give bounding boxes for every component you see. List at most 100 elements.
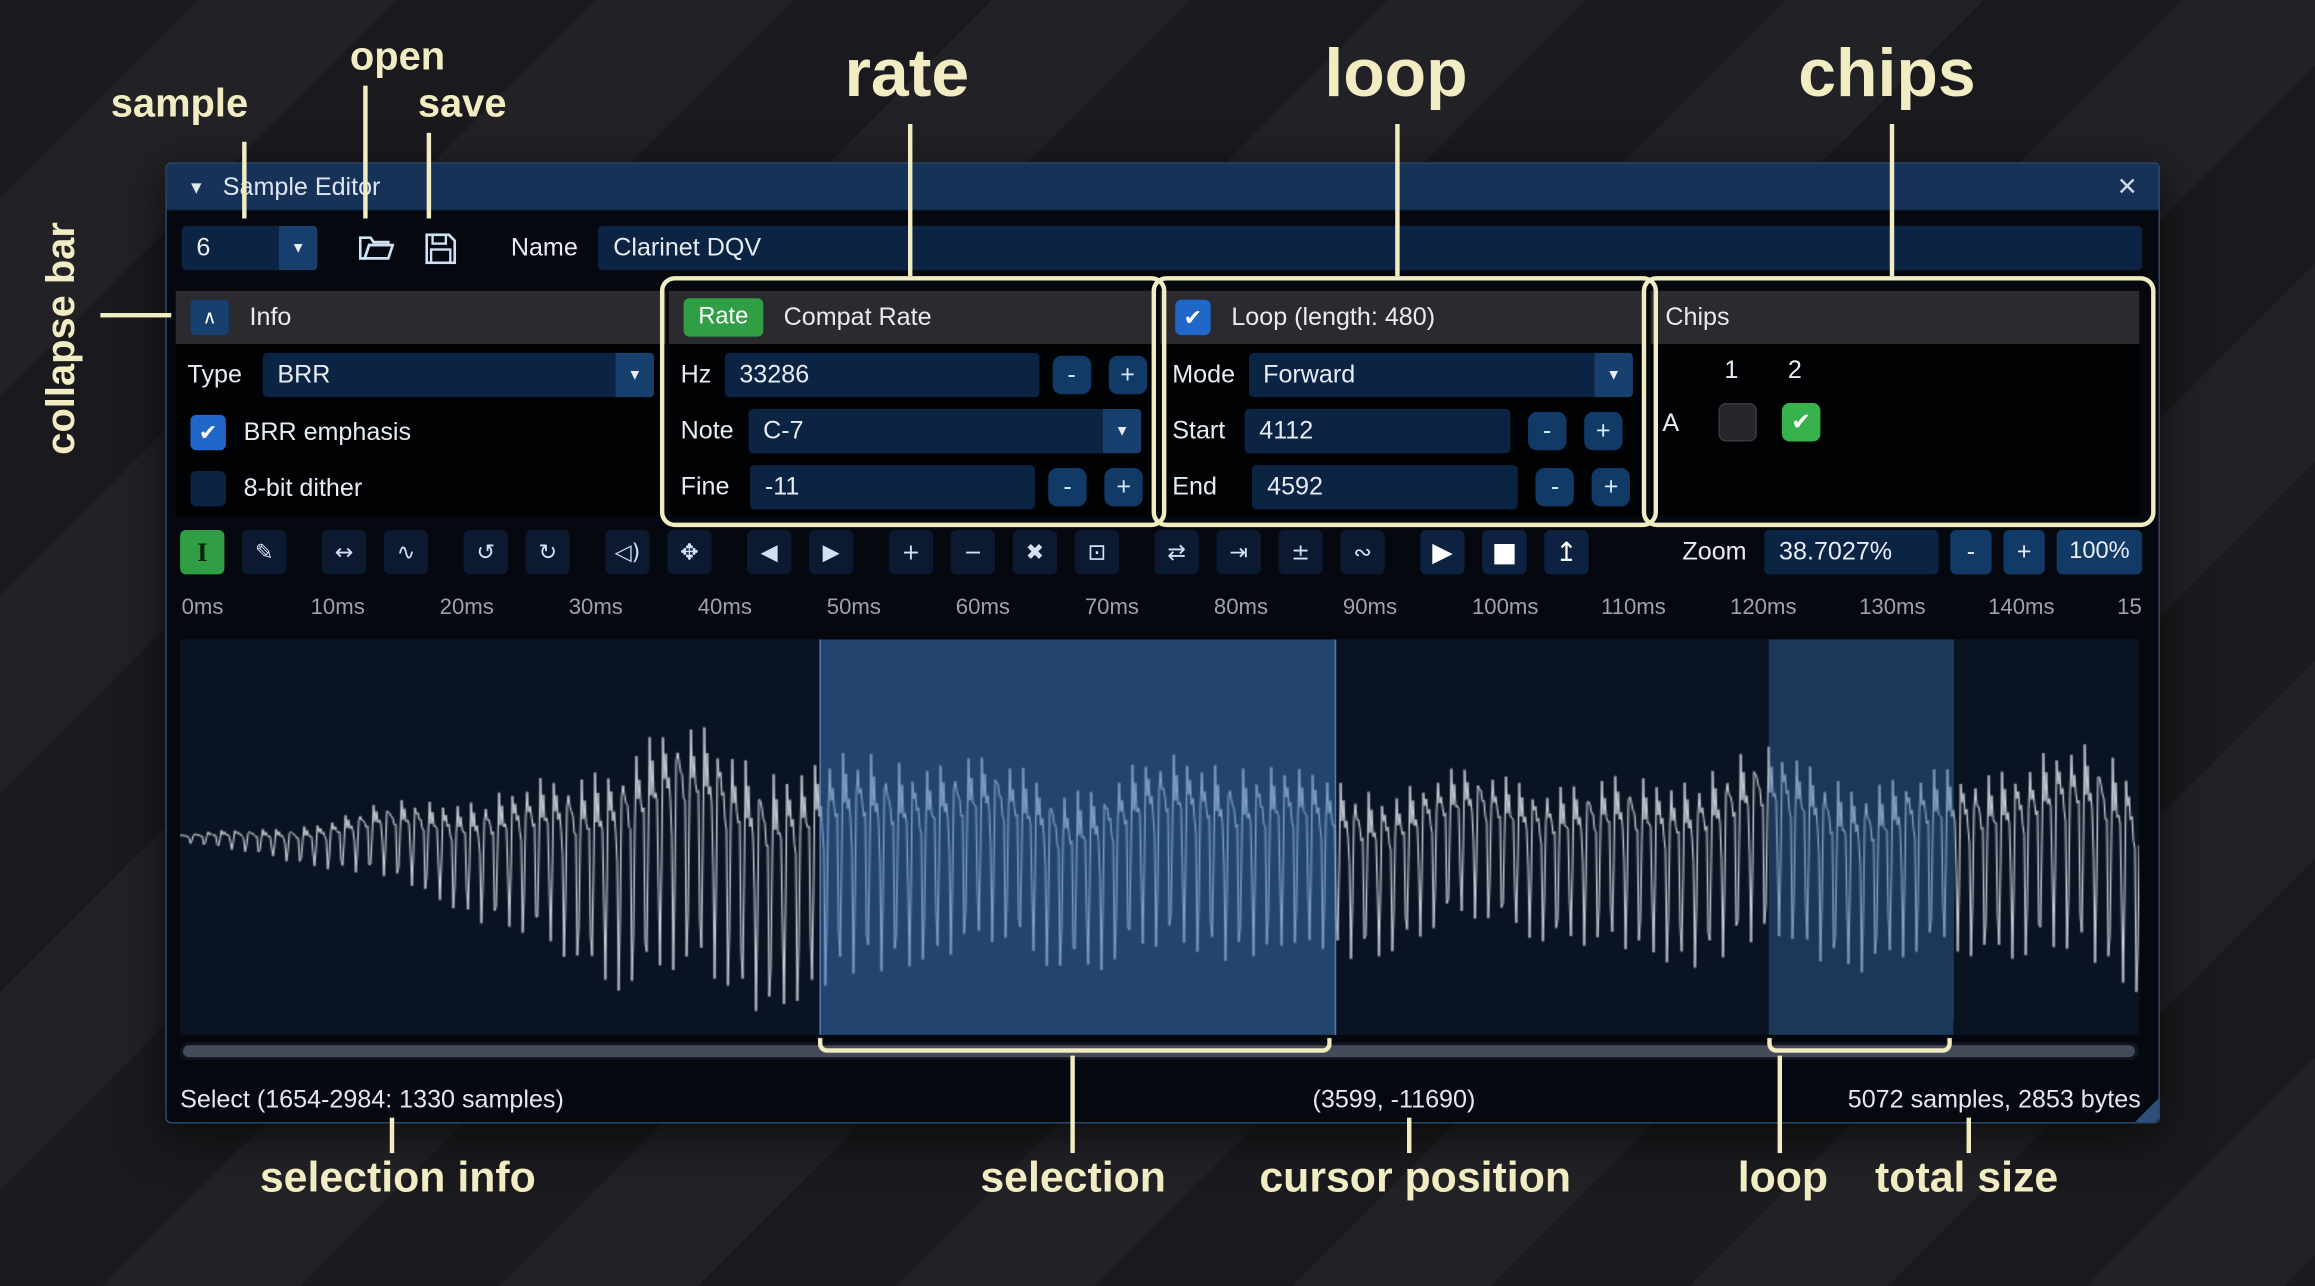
zoom-input[interactable]: 38.7027%: [1764, 530, 1938, 574]
annotation-selection: selection: [980, 1155, 1166, 1204]
loop-end-decrease-button[interactable]: -: [1536, 468, 1574, 506]
normalize-button[interactable]: ✥: [667, 530, 711, 574]
draw-tool-button[interactable]: ✎: [242, 530, 286, 574]
status-bar: Select (1654-2984: 1330 samples) (3599, …: [180, 1082, 2144, 1117]
resample-button[interactable]: ∿: [384, 530, 428, 574]
annotation-cursor-position: cursor position: [1259, 1155, 1571, 1204]
hz-decrease-button[interactable]: -: [1052, 356, 1090, 394]
open-button[interactable]: [354, 226, 398, 270]
delete-button[interactable]: ✖: [1013, 530, 1057, 574]
status-cursor-position: (3599, -11690): [1313, 1085, 1476, 1115]
select-tool-button[interactable]: I: [180, 530, 224, 574]
fine-increase-button[interactable]: +: [1104, 468, 1142, 506]
annotation-selection-info: selection info: [260, 1155, 536, 1204]
type-select[interactable]: BRR ▼: [263, 353, 654, 397]
zoom-out-button[interactable]: -: [1950, 530, 1991, 574]
fade-in-button[interactable]: ◀: [747, 530, 791, 574]
loop-mode-select[interactable]: Forward ▼: [1248, 353, 1633, 397]
loop-end-increase-button[interactable]: +: [1592, 468, 1630, 506]
trim-button[interactable]: ⊡: [1075, 530, 1119, 574]
save-button[interactable]: [418, 226, 462, 270]
chevron-down-icon: ▼: [1595, 353, 1633, 397]
sign-button[interactable]: ±: [1279, 530, 1323, 574]
zoom-reset-button[interactable]: 100%: [2057, 530, 2143, 574]
ruler-label: 130ms: [1859, 595, 1925, 620]
folder-open-icon: [359, 233, 394, 263]
zoom-in-button[interactable]: +: [2003, 530, 2044, 574]
rate-button[interactable]: Rate: [684, 298, 763, 336]
brr-emphasis-label: BRR emphasis: [244, 418, 411, 448]
loop-end-label: End: [1172, 472, 1217, 502]
note-value: C-7: [748, 409, 1102, 453]
hz-increase-button[interactable]: +: [1108, 356, 1146, 394]
hz-input[interactable]: 33286: [725, 353, 1039, 397]
undo-button[interactable]: ↺: [464, 530, 508, 574]
pointer-line-cursor-position: [1407, 1118, 1411, 1153]
timeline-ruler: 0ms10ms20ms30ms40ms50ms60ms70ms80ms90ms1…: [180, 589, 2142, 630]
pointer-line-loop: [1395, 124, 1399, 276]
selection-bracket: [818, 1038, 1332, 1053]
preview-button[interactable]: ▶: [1420, 530, 1464, 574]
insert-silence-button[interactable]: +: [889, 530, 933, 574]
resize-grip[interactable]: [2135, 1098, 2159, 1122]
fine-input[interactable]: -11: [750, 465, 1035, 509]
dither-label: 8-bit dither: [244, 474, 363, 504]
chip-row-label: A: [1662, 409, 1679, 439]
type-label: Type: [188, 360, 242, 390]
pointer-line-selection-info: [390, 1118, 394, 1153]
brr-emphasis-checkbox[interactable]: ✔: [190, 415, 225, 450]
filter-button[interactable]: ∾: [1341, 530, 1385, 574]
invert-button[interactable]: ⇥: [1217, 530, 1261, 574]
loop-checkbox[interactable]: ✔: [1175, 300, 1210, 335]
pointer-line-save: [427, 133, 431, 219]
annotation-open: open: [350, 34, 445, 80]
close-button[interactable]: ✕: [2117, 172, 2138, 202]
info-collapse-button[interactable]: ∧: [190, 300, 228, 335]
ruler-label: 60ms: [956, 595, 1010, 620]
loop-end-value: 4592: [1267, 472, 1323, 502]
sample-number-value: 6: [182, 226, 279, 270]
fade-out-button[interactable]: ▶: [809, 530, 853, 574]
loop-panel: ✔ Loop (length: 480) Mode Forward ▼ Star…: [1160, 291, 1644, 515]
note-select[interactable]: C-7 ▼: [748, 409, 1141, 453]
status-selection: Select (1654-2984: 1330 samples): [180, 1085, 564, 1115]
waveform-display[interactable]: [180, 639, 2139, 1035]
chips-panel-title: Chips: [1665, 303, 1729, 333]
pointer-line-loop-bottom: [1778, 1056, 1782, 1153]
sample-editor-window: ▼ Sample Editor ✕ 6 ▼ Name: [165, 162, 2160, 1123]
chip-column-2: 2: [1788, 356, 1802, 386]
fine-decrease-button[interactable]: -: [1048, 468, 1086, 506]
info-panel: ∧ Info Type BRR ▼ ✔ BRR emphasis 8-bit d…: [176, 291, 666, 515]
info-panel-title: Info: [250, 303, 292, 333]
hz-label: Hz: [681, 360, 712, 390]
resize-button[interactable]: ↔: [322, 530, 366, 574]
ruler-label: 10ms: [311, 595, 365, 620]
name-label: Name: [511, 233, 578, 263]
sample-number-select[interactable]: 6 ▼: [182, 226, 318, 270]
loop-start-input[interactable]: 4112: [1244, 409, 1510, 453]
chip-a1-checkbox[interactable]: [1719, 403, 1757, 441]
stop-preview-button[interactable]: ■: [1482, 530, 1526, 574]
selection-overlay: [819, 639, 1336, 1035]
name-input[interactable]: [598, 226, 2142, 270]
status-total-size: 5072 samples, 2853 bytes: [1848, 1085, 2141, 1115]
reverse-button[interactable]: ⇄: [1155, 530, 1199, 574]
dither-checkbox[interactable]: [190, 471, 225, 506]
window-collapse-button[interactable]: ▼: [188, 176, 206, 197]
chip-a2-checkbox[interactable]: ✔: [1782, 403, 1820, 441]
chevron-up-icon: ∧: [203, 306, 217, 330]
loop-start-label: Start: [1172, 416, 1225, 446]
create-wavetable-button[interactable]: ↥: [1544, 530, 1588, 574]
ruler-label: 110ms: [1601, 595, 1666, 620]
pointer-line-open: [363, 86, 367, 219]
loop-end-input[interactable]: 4592: [1252, 465, 1518, 509]
loop-start-decrease-button[interactable]: -: [1528, 412, 1566, 450]
loop-mode-value: Forward: [1248, 353, 1594, 397]
apply-silence-button[interactable]: −: [951, 530, 995, 574]
redo-button[interactable]: ↻: [526, 530, 570, 574]
ruler-label: 20ms: [440, 595, 494, 620]
annotation-sample: sample: [111, 81, 248, 127]
loop-start-increase-button[interactable]: +: [1584, 412, 1622, 450]
rate-panel: Rate Compat Rate Hz 33286 - + Note C-7 ▼…: [669, 291, 1153, 515]
amplify-button[interactable]: ◁): [605, 530, 649, 574]
